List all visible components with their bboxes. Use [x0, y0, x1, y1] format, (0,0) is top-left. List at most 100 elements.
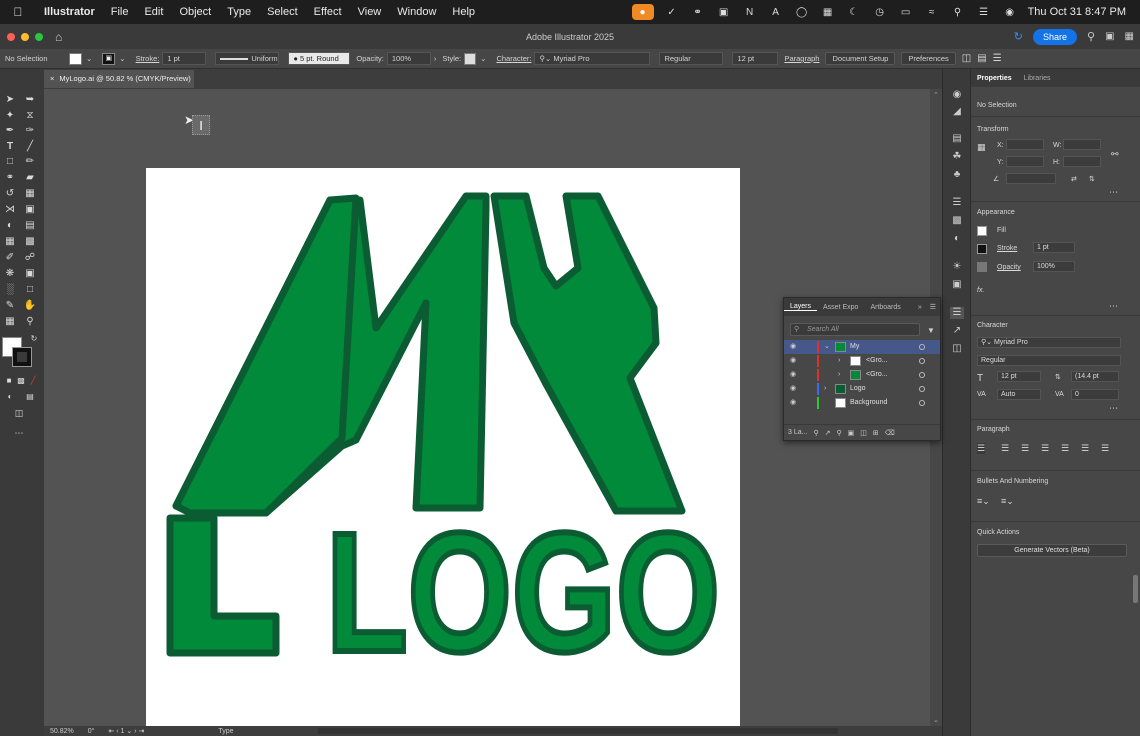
mesh-tool-icon[interactable]: ▦ — [3, 235, 17, 249]
fill-swatch[interactable] — [977, 226, 987, 236]
layer-row[interactable]: ◉ › <Gro... — [784, 354, 940, 368]
layers-search-input[interactable]: ⚲ Search All — [790, 323, 920, 336]
scroll-up-icon[interactable]: ⌃ — [933, 91, 939, 99]
lasso-tool-icon[interactable]: ⧖ — [23, 109, 37, 123]
transparency-panel-icon[interactable]: ◐ — [950, 233, 964, 245]
layers-panel-icon[interactable]: ☰ — [950, 307, 964, 319]
chevron-down-icon[interactable]: ⌄ — [86, 54, 92, 63]
print-tiling-tool-icon[interactable]: ▦ — [3, 315, 17, 329]
free-transform-tool-icon[interactable]: ▣ — [23, 203, 37, 217]
visibility-eye-icon[interactable]: ◉ — [790, 354, 796, 368]
menu-type[interactable]: Type — [219, 6, 259, 18]
panel-menu-icon[interactable]: ☰ — [993, 53, 1002, 64]
visibility-eye-icon[interactable]: ◉ — [790, 340, 796, 354]
menu-edit[interactable]: Edit — [136, 6, 171, 18]
gradient-tool-icon[interactable]: ▩ — [23, 235, 37, 249]
reference-point-icon[interactable]: ▦ — [977, 142, 986, 153]
appearance-panel-icon[interactable]: ☀ — [950, 261, 964, 273]
workspace-icon[interactable]: ▣ — [1105, 31, 1114, 42]
chevron-down-icon[interactable]: ⌄ — [119, 54, 125, 63]
libraries-icon[interactable]: ☘ — [950, 151, 964, 163]
screen-mode-icon[interactable]: ◫ — [12, 406, 26, 420]
swap-colors-icon[interactable]: ↻ — [27, 332, 41, 346]
gradient-panel-icon[interactable]: ▩ — [950, 215, 964, 227]
layer-name[interactable]: Background — [850, 396, 887, 410]
opacity-field[interactable]: 100% — [386, 52, 431, 65]
justify-right-icon[interactable]: ☰ — [1081, 443, 1089, 454]
font-size-field[interactable]: 12 pt — [732, 52, 779, 65]
search-icon[interactable]: ⚲ — [836, 429, 841, 437]
graph-tool-icon[interactable]: ░ — [3, 283, 17, 297]
chevron-right-icon[interactable]: › — [838, 354, 840, 368]
fill-swatch[interactable] — [69, 52, 82, 65]
target-circle-icon[interactable] — [919, 344, 925, 350]
rotate-tool-icon[interactable]: ↺ — [3, 187, 17, 201]
font-size-field[interactable]: 12 pt — [997, 371, 1041, 382]
locate-object-icon[interactable]: ⚲ — [813, 429, 818, 437]
scale-tool-icon[interactable]: ▦ — [23, 187, 37, 201]
target-circle-icon[interactable] — [919, 358, 925, 364]
moon-icon[interactable]: ☾ — [846, 6, 862, 18]
symbol-sprayer-tool-icon[interactable]: ❋ — [3, 267, 17, 281]
align-icon[interactable]: ▤ — [977, 53, 986, 64]
links-icon[interactable]: ◫ — [950, 343, 964, 355]
font-family-select[interactable]: ⚲⌄ Myriad Pro — [534, 52, 651, 65]
paintbrush-tool-icon[interactable]: ✏ — [23, 155, 37, 169]
flip-horizontal-icon[interactable]: ⇄ — [1071, 175, 1077, 183]
visibility-eye-icon[interactable]: ◉ — [790, 382, 796, 396]
siri-icon[interactable]: ◉ — [1002, 6, 1018, 18]
home-icon[interactable]: ⌂ — [55, 30, 62, 44]
generate-vectors-button[interactable]: Generate Vectors (Beta) — [977, 544, 1127, 557]
stroke-color-box[interactable] — [12, 347, 32, 367]
microphone-icon[interactable]: ● — [631, 4, 654, 20]
tab-layers[interactable]: Layers — [784, 303, 818, 311]
graphic-style-swatch[interactable] — [464, 52, 477, 65]
document-tab[interactable]: × MyLogo.ai @ 50.82 % (CMYK/Preview) — [44, 70, 194, 88]
symbol-tool-icon[interactable]: ▣ — [23, 267, 37, 281]
shape-builder-tool-icon[interactable]: ◐ — [3, 219, 17, 233]
search-icon[interactable]: ⚲ — [950, 6, 966, 18]
target-circle-icon[interactable] — [919, 372, 925, 378]
kerning-field[interactable]: Auto — [997, 389, 1041, 400]
close-window-button[interactable] — [7, 32, 15, 41]
collapse-panel-icon[interactable]: » — [914, 304, 926, 311]
panel-menu-icon[interactable]: ☰ — [926, 303, 940, 311]
panel-scrollbar[interactable] — [1133, 575, 1138, 603]
symbols-icon[interactable]: ♣ — [950, 169, 964, 181]
artboards-panel-icon[interactable]: ▤ — [950, 133, 964, 145]
stroke-weight-field[interactable]: 1 pt — [162, 52, 207, 65]
menu-window[interactable]: Window — [389, 6, 444, 18]
new-layer-icon[interactable]: ⊞ — [873, 429, 879, 437]
direct-selection-tool-icon[interactable]: ➥ — [23, 93, 37, 107]
bullets-icon[interactable]: ≡⌄ — [977, 496, 990, 507]
align-right-icon[interactable]: ☰ — [1021, 443, 1029, 454]
export-icon[interactable]: ↗ — [950, 325, 964, 337]
opacity-label[interactable]: Opacity: — [356, 54, 384, 63]
more-tools-icon[interactable]: ⋯ — [12, 426, 26, 440]
arrange-icon[interactable]: ▦ — [1125, 31, 1134, 42]
grid-icon[interactable]: ▦ — [820, 6, 836, 18]
stroke-panel-icon[interactable]: ☰ — [950, 197, 964, 209]
rotation-view[interactable]: 0° — [88, 728, 95, 735]
selection-tool-icon[interactable]: ➤ — [3, 93, 17, 107]
font-style-select[interactable]: Regular — [659, 52, 724, 65]
share-button[interactable]: Share — [1033, 28, 1078, 45]
horizontal-scroll-track[interactable] — [317, 728, 838, 734]
pen-tool-icon[interactable]: ✒ — [3, 124, 17, 138]
cloud-sync-icon[interactable]: ↻ — [1014, 30, 1023, 43]
height-field[interactable] — [1063, 156, 1101, 167]
menu-illustrator[interactable]: Illustrator — [36, 6, 103, 18]
shaper-tool-icon[interactable]: ⚭ — [3, 171, 17, 185]
x-field[interactable] — [1006, 139, 1044, 150]
rotate-icon[interactable]: ∠ — [993, 175, 999, 183]
stroke-weight-field[interactable]: 1 pt — [1033, 242, 1075, 253]
filter-icon[interactable]: ▼ — [927, 326, 935, 335]
layer-name[interactable]: Logo — [850, 382, 866, 396]
layer-name[interactable]: <Gro... — [866, 368, 888, 382]
document-setup-button[interactable]: Document Setup — [825, 52, 896, 65]
numbering-icon[interactable]: ≡⌄ — [1001, 496, 1014, 507]
leading-field[interactable]: (14.4 pt — [1071, 371, 1119, 382]
menu-clock[interactable]: Thu Oct 31 8:47 PM — [1028, 6, 1126, 18]
menu-help[interactable]: Help — [444, 6, 483, 18]
zoom-tool-icon[interactable]: ⚲ — [23, 315, 37, 329]
